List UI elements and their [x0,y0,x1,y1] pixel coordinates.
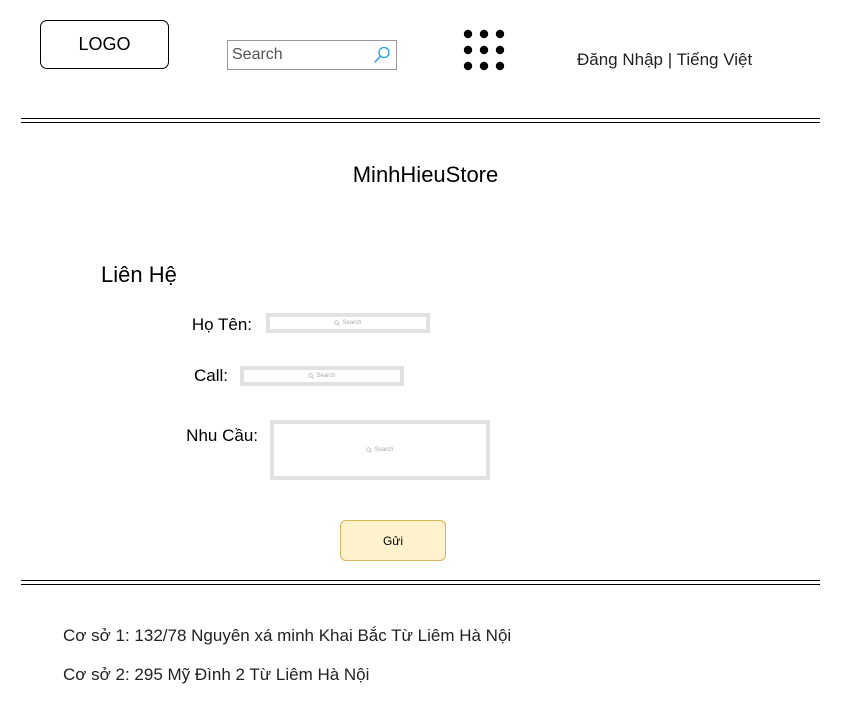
name-label: Họ Tên: [191,315,252,334]
needs-field-placeholder: Search [366,447,394,453]
separator: | [667,50,673,69]
section-title: Liên Hệ [101,262,177,287]
search-input[interactable] [228,42,372,68]
grid-dots-icon[interactable] [462,28,510,76]
call-field-placeholder: Search [308,373,336,379]
name-field-placeholder: Search [334,320,362,326]
store-title: MinhHieuStore [352,162,499,187]
needs-label: Nhu Cầu: [186,426,258,445]
name-field[interactable]: Search [266,313,430,333]
logo-text: LOGO [78,34,131,54]
search-box [227,40,397,70]
address-2: Cơ sở 2: 295 Mỹ Đình 2 Từ Liêm Hà Nội [63,665,370,684]
needs-textarea[interactable]: Search [270,420,490,480]
search-icon [308,373,315,379]
call-label: Call: [193,366,228,385]
header-divider-top [21,118,820,119]
language-link[interactable]: Tiếng Việt [677,50,753,69]
header-divider-bottom [21,122,820,123]
send-button[interactable]: Gửi [340,520,446,561]
top-links: Đăng Nhập | Tiếng Việt [577,50,752,70]
search-icon [334,320,341,326]
footer-divider-top [21,580,820,581]
call-field[interactable]: Search [240,366,404,386]
search-icon[interactable] [372,45,392,65]
footer-divider-bottom [21,584,820,585]
logo[interactable]: LOGO [40,20,169,69]
login-link[interactable]: Đăng Nhập [577,50,663,69]
send-button-label: Gửi [382,533,404,548]
address-1: Cơ sở 1: 132/78 Nguyên xá minh Khai Bắc … [63,626,512,645]
search-icon [366,447,373,453]
